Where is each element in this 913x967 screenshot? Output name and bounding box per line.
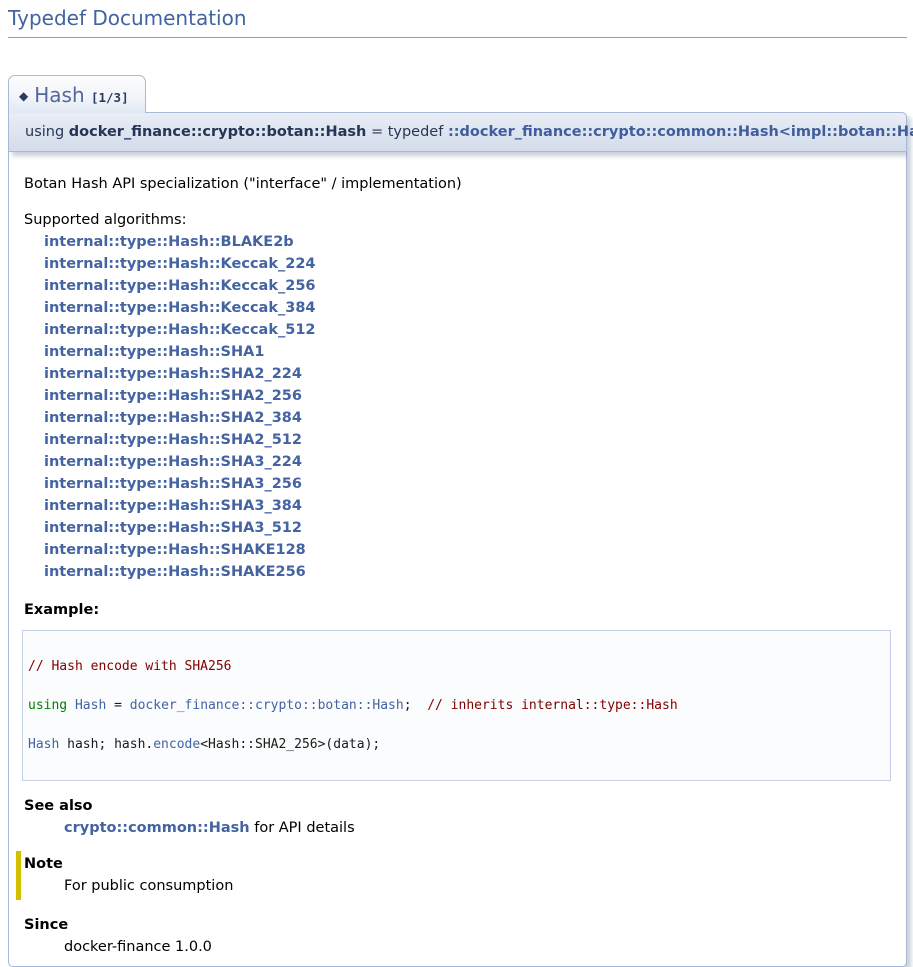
proto-equals: = typedef bbox=[366, 124, 448, 140]
code-assign: = bbox=[106, 698, 129, 713]
since-content: docker-finance 1.0.0 bbox=[64, 936, 891, 958]
code-keyword-using: using bbox=[28, 698, 75, 713]
algorithm-link-blake2b[interactable]: internal::type::Hash::BLAKE2b bbox=[44, 231, 891, 253]
algorithm-link-sha3-512[interactable]: internal::type::Hash::SHA3_512 bbox=[44, 517, 891, 539]
code-line-2: using Hash = docker_finance::crypto::bot… bbox=[28, 699, 885, 712]
code-line-1: // Hash encode with SHA256 bbox=[28, 660, 885, 673]
algorithm-link-sha3-224[interactable]: internal::type::Hash::SHA3_224 bbox=[44, 451, 891, 473]
since-label: Since bbox=[24, 914, 891, 936]
memitem-title-tab: ◆Hash [1/3] bbox=[8, 75, 146, 113]
memitem-title-text: Hash bbox=[34, 83, 84, 107]
code-block: // Hash encode with SHA256 using Hash = … bbox=[22, 630, 891, 781]
see-also-section: See also crypto::common::Hash for API de… bbox=[24, 795, 891, 839]
code-link-botan-hash[interactable]: docker_finance::crypto::botan::Hash bbox=[130, 698, 404, 713]
code-comment-1: // Hash encode with SHA256 bbox=[28, 659, 232, 674]
code-link-encode[interactable]: encode bbox=[153, 737, 200, 752]
memitem-hash: ◆Hash [1/3] using docker_finance::crypto… bbox=[8, 38, 907, 967]
algorithm-link-sha2-256[interactable]: internal::type::Hash::SHA2_256 bbox=[44, 385, 891, 407]
code-link-hash[interactable]: Hash bbox=[75, 698, 106, 713]
algorithm-link-sha3-384[interactable]: internal::type::Hash::SHA3_384 bbox=[44, 495, 891, 517]
algorithm-link-shake128[interactable]: internal::type::Hash::SHAKE128 bbox=[44, 539, 891, 561]
note-section: Note For public consumption bbox=[16, 851, 891, 900]
page-title: Typedef Documentation bbox=[8, 6, 907, 38]
code-link-hash-2[interactable]: Hash bbox=[28, 737, 59, 752]
algorithm-link-sha2-512[interactable]: internal::type::Hash::SHA2_512 bbox=[44, 429, 891, 451]
note-label: Note bbox=[24, 853, 891, 875]
see-also-link[interactable]: crypto::common::Hash bbox=[64, 820, 250, 836]
algorithm-link-sha3-256[interactable]: internal::type::Hash::SHA3_256 bbox=[44, 473, 891, 495]
algorithm-link-keccak-224[interactable]: internal::type::Hash::Keccak_224 bbox=[44, 253, 891, 275]
algorithm-link-sha1[interactable]: internal::type::Hash::SHA1 bbox=[44, 341, 891, 363]
memitem-doc: Botan Hash API specialization ("interfac… bbox=[8, 152, 907, 967]
algorithm-link-shake256[interactable]: internal::type::Hash::SHAKE256 bbox=[44, 561, 891, 583]
see-also-suffix: for API details bbox=[250, 820, 355, 836]
overload-badge: [1/3] bbox=[91, 90, 129, 105]
algorithms-list: internal::type::Hash::BLAKE2b internal::… bbox=[44, 231, 891, 583]
algorithm-link-sha2-224[interactable]: internal::type::Hash::SHA2_224 bbox=[44, 363, 891, 385]
see-also-content: crypto::common::Hash for API details bbox=[64, 817, 891, 839]
code-line3-tail: <Hash::SHA2_256>(data); bbox=[200, 737, 380, 752]
proto-keyword: using bbox=[25, 124, 69, 140]
proto-name: docker_finance::crypto::botan::Hash bbox=[69, 124, 367, 140]
typedef-prototype: using docker_finance::crypto::botan::Has… bbox=[8, 112, 907, 152]
since-section: Since docker-finance 1.0.0 bbox=[24, 914, 891, 958]
note-content: For public consumption bbox=[64, 875, 891, 897]
algorithm-link-keccak-256[interactable]: internal::type::Hash::Keccak_256 bbox=[44, 275, 891, 297]
diamond-icon: ◆ bbox=[19, 89, 34, 103]
code-comment-2: // inherits internal::type::Hash bbox=[427, 698, 677, 713]
algorithm-link-sha2-384[interactable]: internal::type::Hash::SHA2_384 bbox=[44, 407, 891, 429]
code-line-3: Hash hash; hash.encode<Hash::SHA2_256>(d… bbox=[28, 738, 885, 751]
see-also-label: See also bbox=[24, 795, 891, 817]
code-semicolon: ; bbox=[404, 698, 427, 713]
intro-text: Botan Hash API specialization ("interfac… bbox=[24, 173, 891, 195]
code-line3-mid: hash; hash. bbox=[59, 737, 153, 752]
algorithms-label: Supported algorithms: bbox=[24, 209, 891, 231]
example-label: Example: bbox=[24, 599, 891, 621]
algorithm-link-keccak-384[interactable]: internal::type::Hash::Keccak_384 bbox=[44, 297, 891, 319]
algorithm-link-keccak-512[interactable]: internal::type::Hash::Keccak_512 bbox=[44, 319, 891, 341]
proto-type-link[interactable]: ::docker_finance::crypto::common::Hash<i… bbox=[448, 124, 913, 140]
